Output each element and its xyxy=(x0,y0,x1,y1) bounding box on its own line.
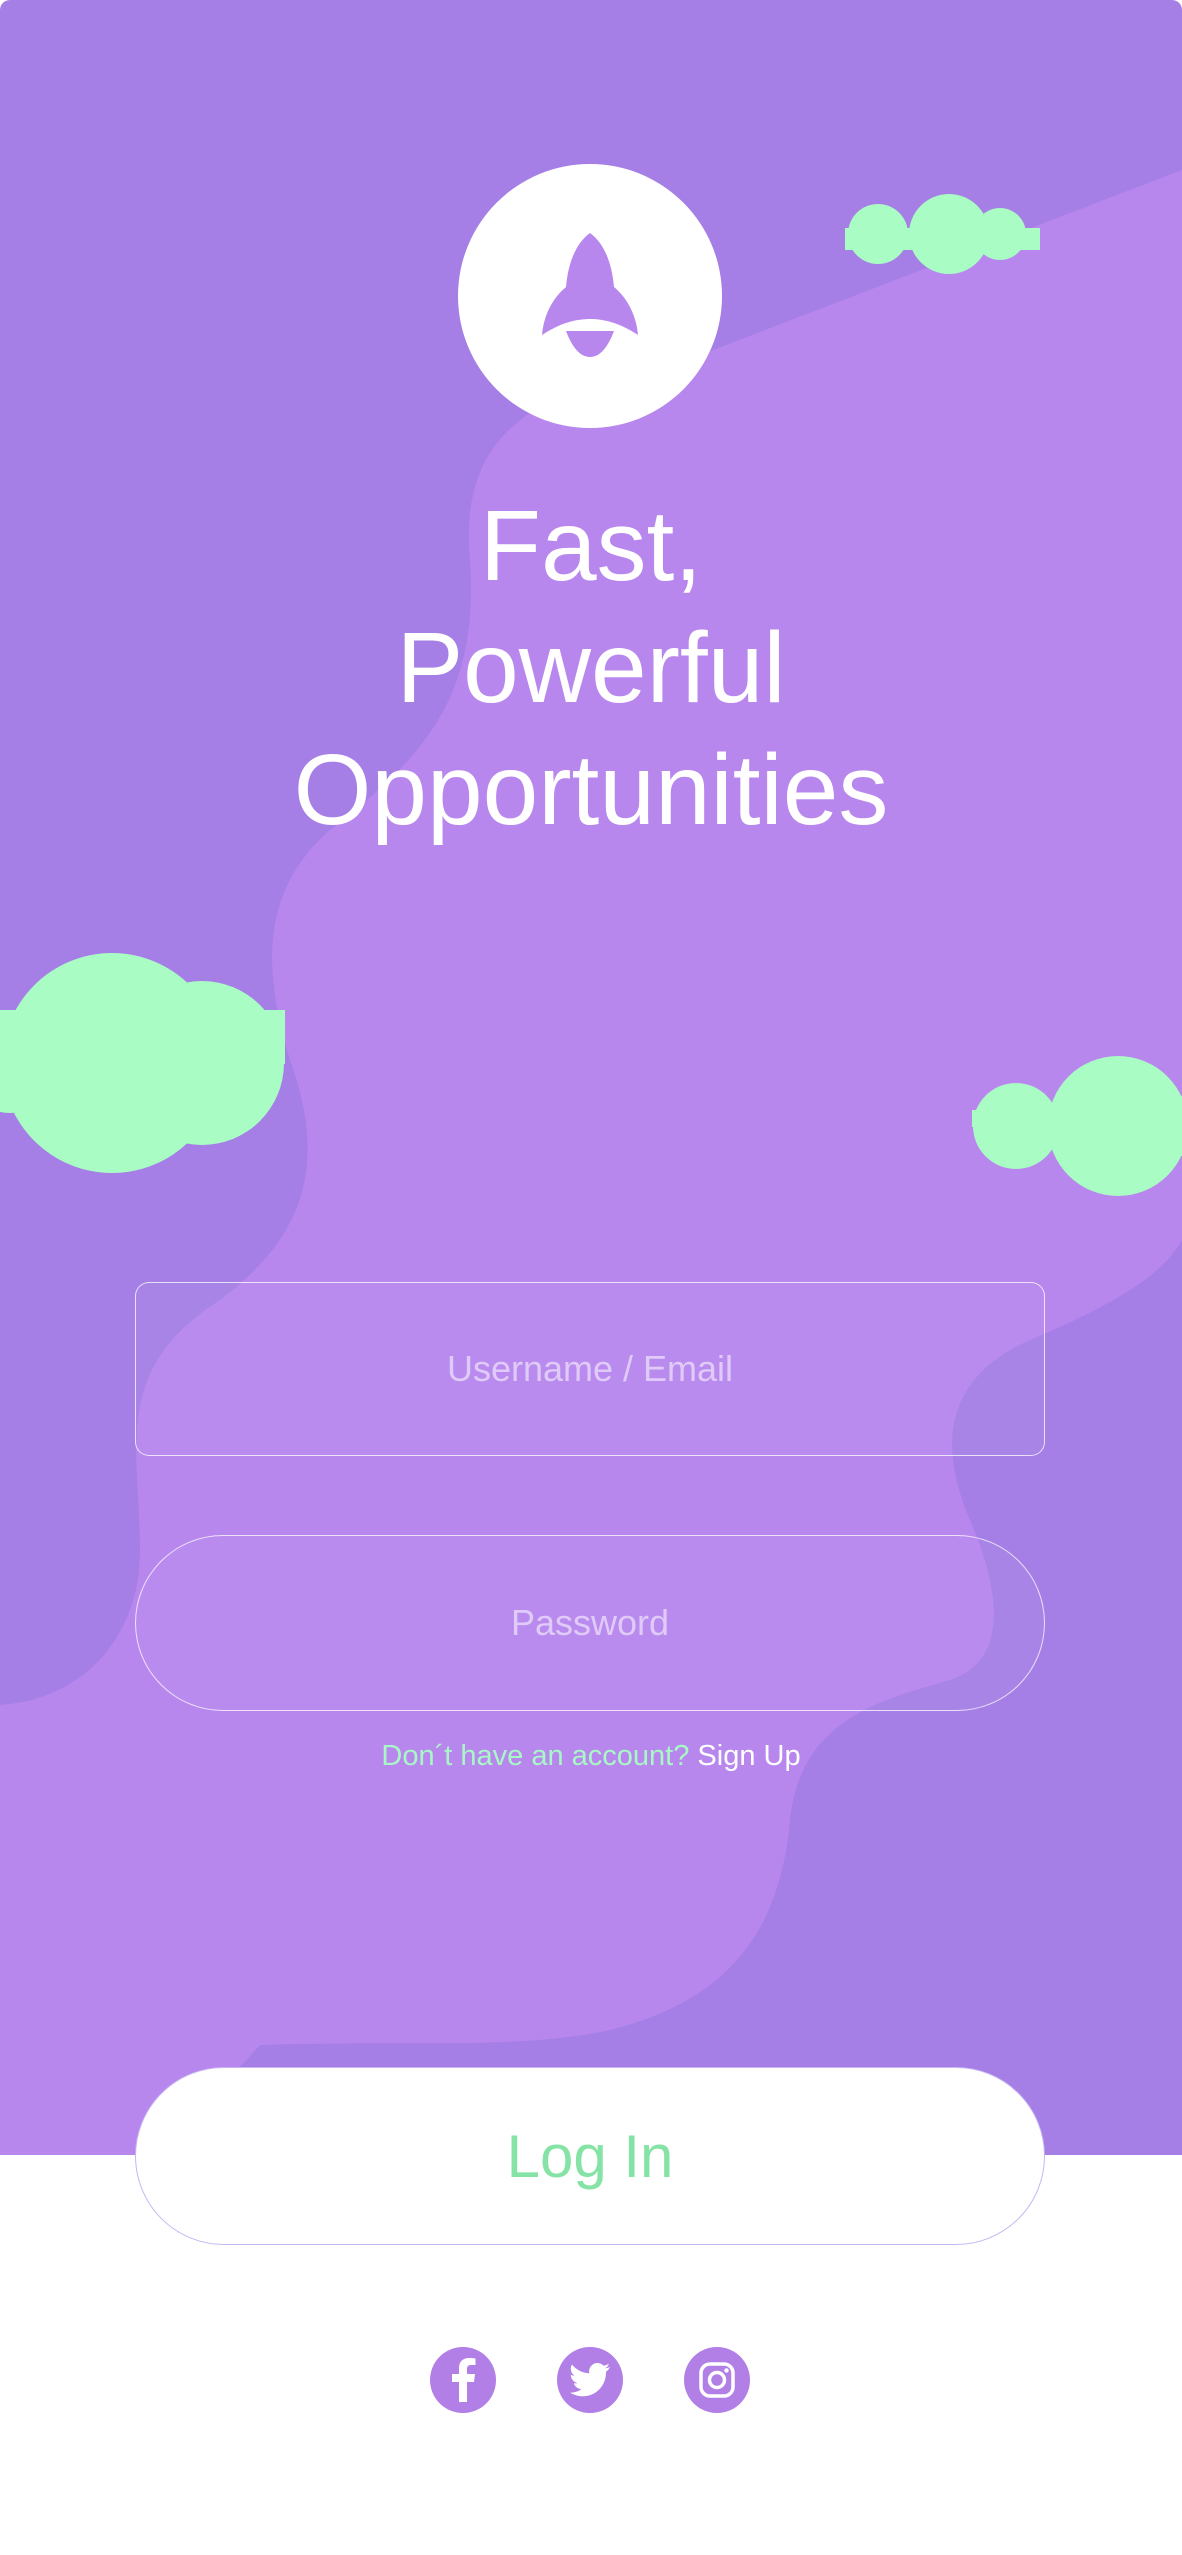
hero-background: Fast, Powerful Opportunities Don´t have … xyxy=(0,0,1182,2155)
signup-prompt: Don´t have an account? Sign Up xyxy=(0,1740,1182,1773)
instagram-button[interactable] xyxy=(684,2347,750,2413)
facebook-icon xyxy=(452,2358,476,2402)
signup-question: Don´t have an account? xyxy=(381,1740,690,1772)
twitter-icon xyxy=(570,2363,610,2397)
headline-line-3: Opportunities xyxy=(293,734,889,846)
signup-link[interactable]: Sign Up xyxy=(697,1740,800,1772)
logo xyxy=(458,164,722,428)
username-input[interactable] xyxy=(136,1282,1044,1456)
login-button[interactable]: Log In xyxy=(135,2067,1045,2245)
password-input[interactable] xyxy=(136,1535,1044,1711)
facebook-button[interactable] xyxy=(430,2347,496,2413)
page-title: Fast, Powerful Opportunities xyxy=(0,485,1182,851)
twitter-button[interactable] xyxy=(557,2347,623,2413)
username-field[interactable] xyxy=(135,1282,1045,1456)
password-field[interactable] xyxy=(135,1535,1045,1711)
rocket-icon xyxy=(542,233,638,357)
headline-line-2: Powerful xyxy=(396,612,786,724)
instagram-icon xyxy=(699,2362,735,2398)
cloud-left xyxy=(0,953,285,1173)
headline-line-1: Fast, xyxy=(479,490,703,602)
